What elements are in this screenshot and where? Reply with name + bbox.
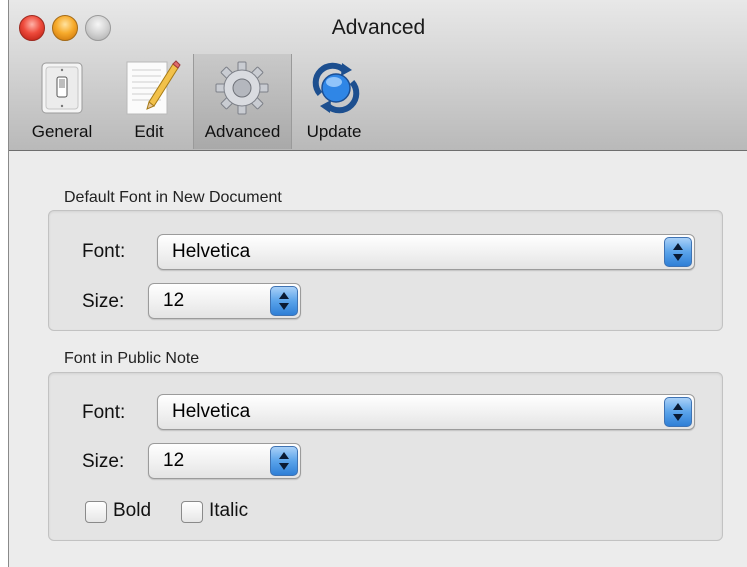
popup-arrows-icon [664, 237, 692, 267]
section-title-public-note: Font in Public Note [64, 350, 200, 367]
popup-arrows-icon [270, 446, 298, 476]
toolbar-label-general: General [31, 122, 93, 141]
bold-checkbox[interactable] [85, 501, 107, 523]
public-note-size-value: 12 [163, 450, 185, 471]
default-size-label: Size: [82, 291, 125, 312]
popup-arrows-icon [270, 286, 298, 316]
default-size-popup[interactable]: 12 [148, 283, 301, 319]
public-note-size-popup[interactable]: 12 [148, 443, 301, 479]
italic-checkbox[interactable] [181, 501, 203, 523]
default-size-value: 12 [163, 290, 185, 311]
italic-checkbox-label: Italic [209, 500, 249, 521]
public-note-size-label: Size: [82, 451, 125, 472]
default-font-group: Font: Helvetica Size: 12 [48, 210, 723, 331]
toolbar-label-advanced: Advanced [204, 122, 281, 141]
public-note-font-group: Font: Helvetica Size: 12 Bold Italic [48, 372, 723, 541]
bold-checkbox-label: Bold [113, 500, 152, 521]
unified-toolbar: Advanced General Edit Advanced Update [9, 0, 747, 151]
toolbar-item-update[interactable]: Update [294, 54, 374, 149]
notepad-pencil-icon [126, 60, 181, 115]
public-note-font-label: Font: [82, 402, 126, 423]
public-note-font-value: Helvetica [172, 401, 251, 422]
toolbar-item-advanced[interactable]: Advanced [193, 54, 292, 149]
default-font-label: Font: [82, 241, 126, 262]
public-note-font-popup[interactable]: Helvetica [157, 394, 695, 430]
window-title: Advanced [331, 16, 426, 39]
toolbar-label-update: Update [306, 122, 362, 141]
default-font-value: Helvetica [172, 241, 251, 262]
popup-arrows-icon [664, 397, 692, 427]
section-title-default-font: Default Font in New Document [64, 189, 282, 206]
gear-icon [215, 61, 269, 115]
default-font-popup[interactable]: Helvetica [157, 234, 695, 270]
refresh-icon [312, 62, 360, 114]
toolbar-label-edit: Edit [134, 122, 164, 141]
preferences-window: Advanced General Edit Advanced Update De… [8, 0, 747, 567]
toolbar-item-edit[interactable]: Edit [111, 54, 187, 149]
toolbar-item-general[interactable]: General [21, 54, 103, 149]
light-switch-icon [41, 62, 83, 114]
